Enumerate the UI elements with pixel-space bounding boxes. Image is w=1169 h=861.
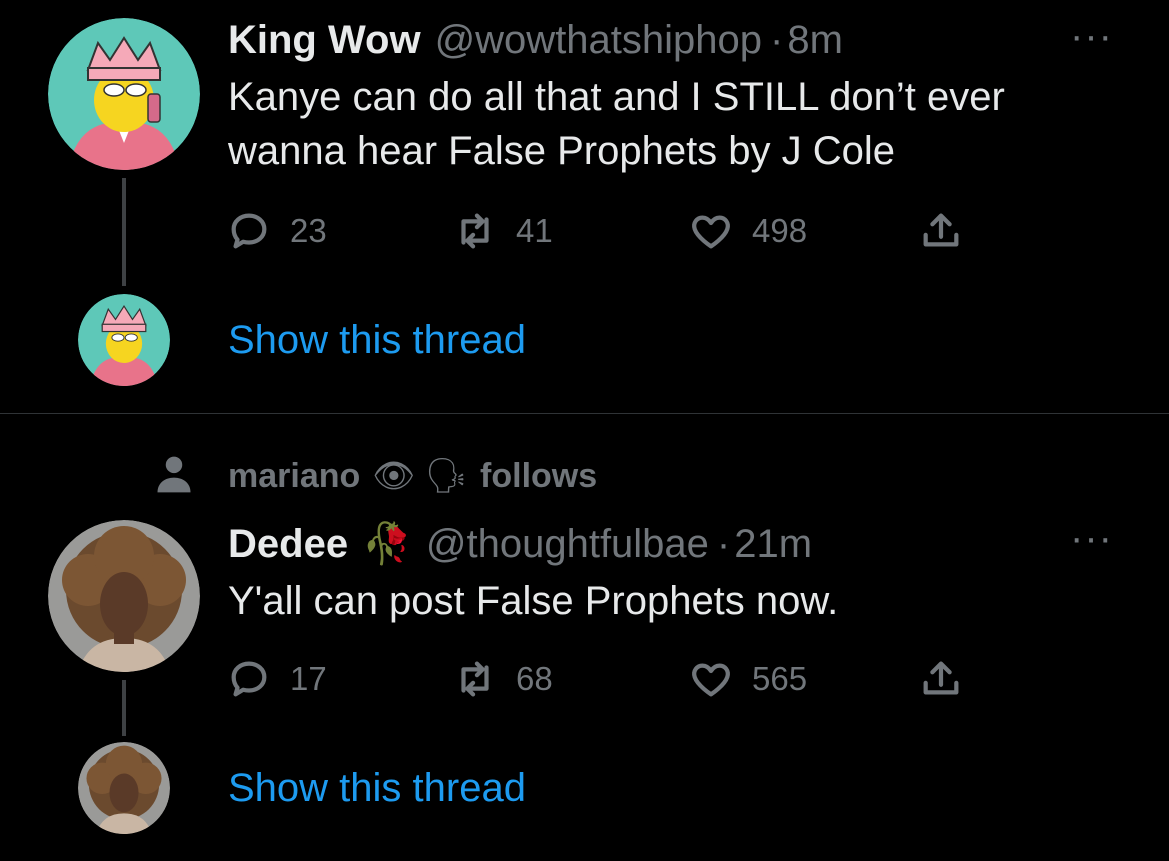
share-icon bbox=[923, 213, 959, 247]
tweet-text: Kanye can do all that and I STILL don’t … bbox=[228, 70, 1005, 178]
social-context-emoji: 👁 🗣 bbox=[372, 457, 469, 495]
share-button[interactable] bbox=[918, 208, 964, 254]
reply-button[interactable]: 17 bbox=[226, 656, 327, 702]
retweet-count: 41 bbox=[516, 212, 553, 249]
separator-dot: · bbox=[770, 18, 784, 62]
like-icon bbox=[692, 215, 730, 249]
separator-dot: · bbox=[716, 522, 731, 566]
tweet-divider bbox=[0, 413, 1169, 414]
like-icon bbox=[692, 663, 730, 697]
tweet-text: Y'all can post False Prophets now. bbox=[228, 574, 838, 628]
retweet-button[interactable]: 41 bbox=[452, 208, 553, 254]
social-context-name[interactable]: mariano bbox=[228, 457, 360, 496]
retweet-icon bbox=[461, 661, 489, 697]
tweet-header: King Wow @wowthatshiphop · 8m bbox=[228, 18, 843, 63]
like-button[interactable]: 498 bbox=[688, 208, 807, 254]
avatar-king-wow-small[interactable] bbox=[78, 294, 170, 386]
retweet-icon bbox=[461, 213, 489, 249]
thread-connector bbox=[122, 680, 126, 736]
reply-icon bbox=[231, 661, 267, 697]
reply-count: 17 bbox=[290, 660, 327, 697]
reply-button[interactable]: 23 bbox=[226, 208, 327, 254]
reply-icon bbox=[231, 213, 267, 249]
share-icon bbox=[923, 661, 959, 695]
like-count: 498 bbox=[752, 212, 808, 249]
avatar-king-wow[interactable] bbox=[48, 18, 200, 170]
like-button[interactable]: 565 bbox=[688, 656, 807, 702]
social-context-suffix: follows bbox=[480, 456, 598, 495]
tweet-time[interactable]: 8m bbox=[787, 18, 843, 63]
retweet-count: 68 bbox=[516, 660, 553, 697]
thread-connector bbox=[122, 178, 126, 286]
display-name[interactable]: Dedee bbox=[228, 522, 348, 567]
retweet-button[interactable]: 68 bbox=[452, 656, 553, 702]
avatar-dedee[interactable] bbox=[48, 520, 200, 672]
user-handle[interactable]: @thoughtfulbae bbox=[426, 522, 709, 567]
social-context: mariano 👁 🗣 follows bbox=[228, 456, 597, 496]
more-options-button[interactable]: ··· bbox=[1070, 14, 1113, 59]
more-options-button[interactable]: ··· bbox=[1070, 516, 1113, 561]
user-handle[interactable]: @wowthatshiphop bbox=[435, 18, 762, 63]
tweet-text-line: wanna hear False Prophets by J Cole bbox=[228, 129, 896, 173]
display-name[interactable]: King Wow bbox=[228, 18, 421, 63]
tweet-text-line: Kanye can do all that and I STILL don’t … bbox=[228, 75, 1005, 119]
person-icon bbox=[152, 452, 196, 501]
tweet-time[interactable]: 21m bbox=[734, 522, 812, 567]
rose-emoji: 🥀 bbox=[362, 522, 412, 566]
reply-count: 23 bbox=[290, 212, 327, 249]
like-count: 565 bbox=[752, 660, 808, 697]
share-button[interactable] bbox=[918, 656, 964, 702]
tweet-text-line: Y'all can post False Prophets now. bbox=[228, 579, 839, 623]
tweet-header: Dedee 🥀 @thoughtfulbae · 21m bbox=[228, 520, 812, 567]
show-thread-link[interactable]: Show this thread bbox=[228, 318, 526, 363]
show-thread-link[interactable]: Show this thread bbox=[228, 766, 526, 811]
avatar-dedee-small[interactable] bbox=[78, 742, 170, 834]
